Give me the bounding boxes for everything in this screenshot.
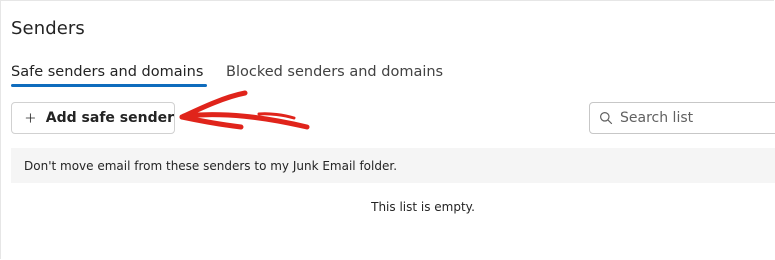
senders-settings-panel: Senders Safe senders and domains Blocked… xyxy=(0,0,775,259)
info-bar: Don't move email from these senders to m… xyxy=(11,148,775,183)
add-safe-sender-button[interactable]: Add safe sender xyxy=(11,102,175,134)
tab-safe-senders[interactable]: Safe senders and domains xyxy=(11,61,208,87)
search-input[interactable] xyxy=(620,110,770,126)
search-box[interactable] xyxy=(589,102,775,134)
info-text: Don't move email from these senders to m… xyxy=(24,158,398,173)
page-title: Senders xyxy=(11,18,85,39)
tab-blocked-senders[interactable]: Blocked senders and domains xyxy=(226,61,443,87)
plus-icon xyxy=(25,113,36,123)
search-icon xyxy=(600,112,613,125)
red-arrow-annotation xyxy=(179,90,310,130)
empty-list-message: This list is empty. xyxy=(371,200,475,214)
add-safe-sender-label: Add safe sender xyxy=(45,110,174,126)
